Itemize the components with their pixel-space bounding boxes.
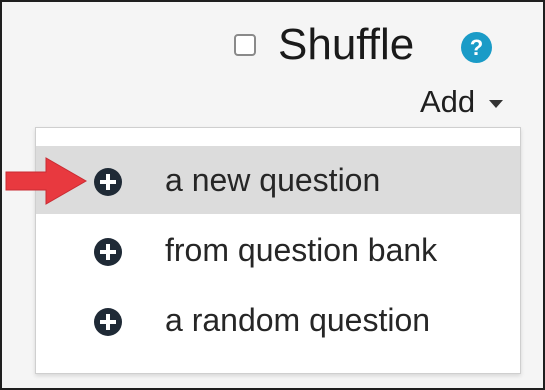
plus-circle-icon bbox=[94, 238, 122, 266]
menu-item-random-question[interactable]: a random question bbox=[36, 286, 520, 354]
menu-item-label: a new question bbox=[165, 162, 381, 198]
shuffle-label: Shuffle bbox=[278, 20, 415, 69]
caret-down-icon bbox=[489, 100, 504, 108]
add-dropdown-toggle[interactable]: Add bbox=[420, 82, 504, 122]
shuffle-checkbox[interactable] bbox=[234, 34, 256, 56]
menu-item-from-question-bank[interactable]: from question bank bbox=[36, 216, 520, 284]
menu-item-label: from question bank bbox=[165, 232, 438, 268]
add-dropdown-menu: a new question from question bank a rand… bbox=[35, 127, 521, 374]
add-label: Add bbox=[420, 84, 476, 119]
menu-item-label: a random question bbox=[165, 302, 431, 338]
question-mark-icon[interactable]: ? bbox=[461, 32, 492, 63]
red-arrow-icon bbox=[5, 157, 88, 205]
quiz-header: Shuffle ? Add bbox=[2, 2, 543, 122]
menu-item-new-question[interactable]: a new question bbox=[36, 146, 520, 214]
plus-circle-icon bbox=[94, 168, 122, 196]
plus-circle-icon bbox=[94, 308, 122, 336]
question-editor-panel: Shuffle ? Add a new question from questi… bbox=[0, 0, 545, 390]
